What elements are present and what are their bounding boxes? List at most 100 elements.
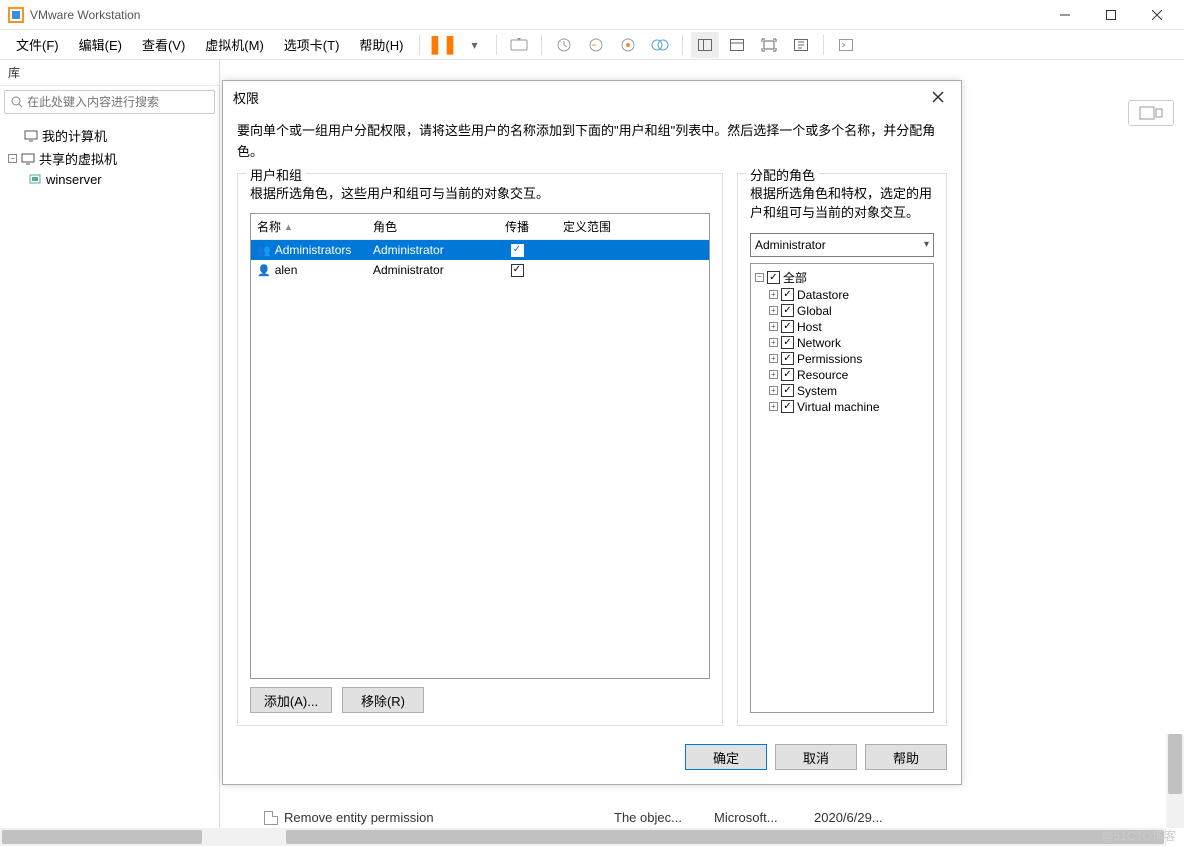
- tree-label: 我的计算机: [42, 126, 107, 145]
- users-table: 名称▲ 角色 传播 定义范围 👥Administrators Administr…: [250, 213, 710, 679]
- collapse-icon[interactable]: −: [8, 154, 17, 163]
- tree-label: winserver: [46, 172, 102, 187]
- dropdown-icon[interactable]: ▾: [460, 32, 488, 58]
- checkbox-icon[interactable]: ✓: [781, 368, 794, 381]
- menu-file[interactable]: 文件(F): [8, 31, 67, 58]
- menu-edit[interactable]: 编辑(E): [71, 31, 130, 58]
- priv-node[interactable]: +✓Permissions: [753, 351, 931, 367]
- checkbox-icon[interactable]: ✓: [781, 384, 794, 397]
- table-row[interactable]: 👤alen Administrator ✓: [251, 260, 709, 280]
- send-ctrl-alt-del-icon[interactable]: [505, 32, 533, 58]
- remove-button[interactable]: 移除(R): [342, 687, 424, 713]
- menu-help[interactable]: 帮助(H): [351, 31, 411, 58]
- checkbox-icon[interactable]: ✓: [781, 288, 794, 301]
- col-propagate[interactable]: 传播: [477, 214, 557, 239]
- minimize-button[interactable]: [1042, 0, 1088, 30]
- sidebar: 库 我的计算机 − 共享的虚拟机 winserver: [0, 60, 220, 846]
- snapshot-icon[interactable]: [550, 32, 578, 58]
- priv-node[interactable]: +✓Datastore: [753, 287, 931, 303]
- help-button[interactable]: 帮助: [865, 744, 947, 770]
- horizontal-scrollbar[interactable]: [0, 828, 1166, 846]
- fullscreen-icon[interactable]: [755, 32, 783, 58]
- users-groups-legend: 用户和组: [246, 165, 306, 184]
- expand-icon[interactable]: +: [769, 354, 778, 363]
- search-input[interactable]: [27, 95, 208, 109]
- checkbox-icon[interactable]: ✓: [767, 271, 780, 284]
- propagate-checkbox[interactable]: ✓: [511, 264, 524, 277]
- priv-node[interactable]: +✓Resource: [753, 367, 931, 383]
- multi-screen-icon[interactable]: [723, 32, 751, 58]
- menu-vm[interactable]: 虚拟机(M): [197, 31, 272, 58]
- users-groups-box: 用户和组 根据所选角色，这些用户和组可与当前的对象交互。 名称▲ 角色 传播 定…: [237, 173, 723, 726]
- dialog-body: 要向单个或一组用户分配权限，请将这些用户的名称添加到下面的"用户和组"列表中。然…: [223, 113, 961, 734]
- priv-label: Network: [797, 336, 841, 350]
- revert-snapshot-icon[interactable]: [582, 32, 610, 58]
- manage-snapshot-icon[interactable]: [614, 32, 642, 58]
- ok-button[interactable]: 确定: [685, 744, 767, 770]
- priv-label: Host: [797, 320, 822, 334]
- priv-label: Permissions: [797, 352, 862, 366]
- priv-node[interactable]: +✓System: [753, 383, 931, 399]
- group-icon: 👥: [257, 244, 271, 257]
- propagate-checkbox[interactable]: ✓: [511, 244, 524, 257]
- search-box[interactable]: [4, 90, 215, 114]
- vertical-scrollbar[interactable]: [1166, 734, 1184, 828]
- console-icon[interactable]: [832, 32, 860, 58]
- priv-node[interactable]: +✓Virtual machine: [753, 399, 931, 415]
- table-row[interactable]: 👥Administrators Administrator ✓: [251, 240, 709, 260]
- collapse-icon[interactable]: −: [755, 273, 764, 282]
- role-select[interactable]: Administrator ▾: [750, 233, 934, 257]
- tree-node-winserver[interactable]: winserver: [4, 170, 215, 189]
- priv-node[interactable]: +✓Network: [753, 335, 931, 351]
- expand-icon[interactable]: +: [769, 402, 778, 411]
- checkbox-icon[interactable]: ✓: [781, 320, 794, 333]
- expand-icon[interactable]: +: [769, 386, 778, 395]
- separator: [823, 35, 824, 55]
- search-icon: [11, 96, 23, 108]
- checkbox-icon[interactable]: ✓: [781, 352, 794, 365]
- maximize-button[interactable]: [1088, 0, 1134, 30]
- cell-name: alen: [275, 263, 298, 277]
- single-screen-icon[interactable]: [691, 32, 719, 58]
- priv-node[interactable]: +✓Host: [753, 319, 931, 335]
- tree-node-shared-vms[interactable]: − 共享的虚拟机: [4, 147, 215, 170]
- menu-view[interactable]: 查看(V): [134, 31, 193, 58]
- separator: [541, 35, 542, 55]
- add-button[interactable]: 添加(A)...: [250, 687, 332, 713]
- priv-root[interactable]: − ✓ 全部: [753, 268, 931, 287]
- expand-icon[interactable]: +: [769, 322, 778, 331]
- col-name[interactable]: 名称▲: [251, 214, 367, 239]
- dialog-description: 要向单个或一组用户分配权限，请将这些用户的名称添加到下面的"用户和组"列表中。然…: [237, 121, 947, 163]
- cancel-button[interactable]: 取消: [775, 744, 857, 770]
- priv-node[interactable]: +✓Global: [753, 303, 931, 319]
- task-date: 2020/6/29...: [814, 810, 1184, 825]
- thumbnail-button[interactable]: [1128, 100, 1174, 126]
- close-button[interactable]: [1134, 0, 1180, 30]
- checkbox-icon[interactable]: ✓: [781, 304, 794, 317]
- tree-node-my-computer[interactable]: 我的计算机: [4, 124, 215, 147]
- dialog-close-button[interactable]: [925, 84, 951, 110]
- expand-icon[interactable]: +: [769, 370, 778, 379]
- user-icon: 👤: [257, 264, 271, 277]
- search-row: [0, 86, 219, 118]
- expand-icon[interactable]: +: [769, 338, 778, 347]
- priv-label: Datastore: [797, 288, 849, 302]
- multi-snapshot-icon[interactable]: [646, 32, 674, 58]
- checkbox-icon[interactable]: ✓: [781, 400, 794, 413]
- dialog-columns: 用户和组 根据所选角色，这些用户和组可与当前的对象交互。 名称▲ 角色 传播 定…: [237, 173, 947, 726]
- priv-label: System: [797, 384, 837, 398]
- cell-role: Administrator: [367, 243, 477, 257]
- menu-tabs[interactable]: 选项卡(T): [276, 31, 348, 58]
- checkbox-icon[interactable]: ✓: [781, 336, 794, 349]
- col-scope[interactable]: 定义范围: [557, 214, 709, 239]
- expand-icon[interactable]: +: [769, 290, 778, 299]
- pause-button[interactable]: ❚❚: [428, 32, 456, 58]
- task-row[interactable]: Remove entity permission The objec... Mi…: [264, 808, 1184, 827]
- assigned-role-legend: 分配的角色: [746, 165, 819, 184]
- unity-icon[interactable]: [787, 32, 815, 58]
- expand-icon[interactable]: +: [769, 306, 778, 315]
- dialog-titlebar: 权限: [223, 81, 961, 113]
- titlebar: VMware Workstation: [0, 0, 1184, 30]
- col-role[interactable]: 角色: [367, 214, 477, 239]
- dialog-title: 权限: [233, 88, 925, 107]
